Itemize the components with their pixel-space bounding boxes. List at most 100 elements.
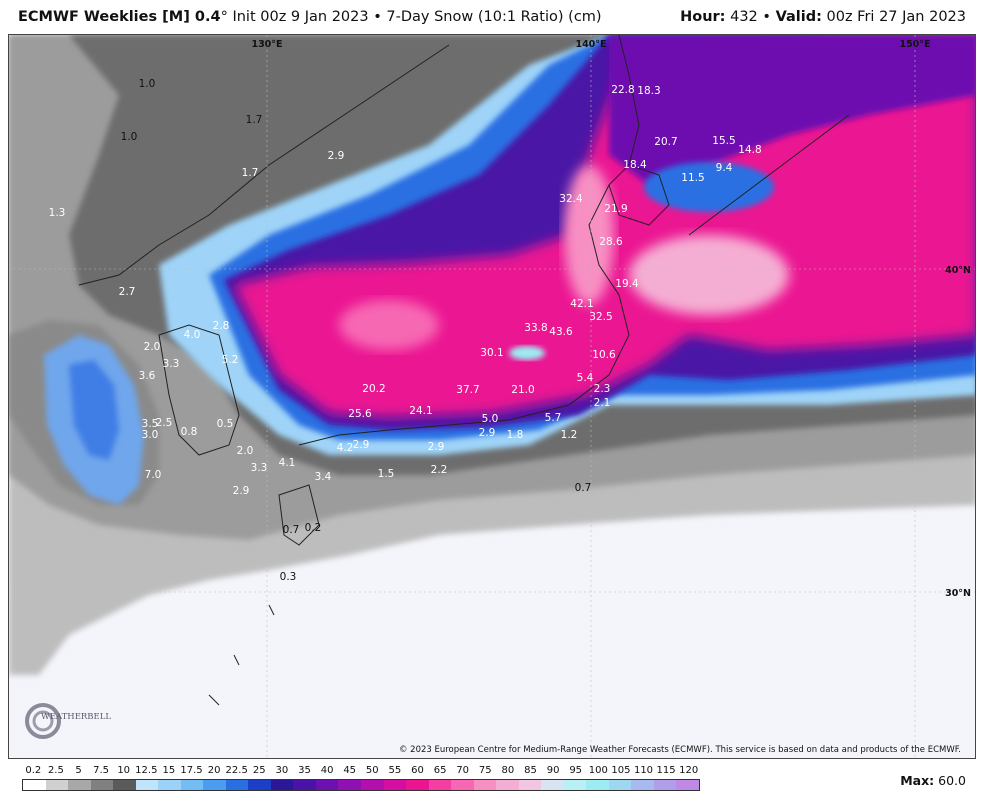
color-swatch — [135, 780, 159, 790]
color-swatch — [563, 780, 587, 790]
lat-label: 40°N — [945, 265, 971, 276]
weatherbell-logo: WEATHERBELL — [21, 695, 111, 745]
legend-tick-label: 60 — [411, 765, 424, 776]
snow-value-label: 0.8 — [181, 426, 198, 438]
init-time: Init 00z 9 Jan 2023 — [232, 9, 369, 25]
color-swatch — [248, 780, 271, 790]
snow-value-label: 2.2 — [431, 464, 448, 476]
color-swatch — [383, 780, 407, 790]
color-swatch — [541, 780, 564, 790]
snow-value-label: 2.1 — [594, 397, 611, 409]
hour-value: 432 — [730, 9, 758, 25]
snow-value-label: 1.8 — [507, 429, 524, 441]
legend-tick-label: 120 — [679, 765, 699, 776]
color-swatch — [45, 780, 69, 790]
snow-value-label: 3.4 — [315, 471, 332, 483]
legend-tick-label: 45 — [343, 765, 357, 776]
color-swatch — [518, 780, 542, 790]
snow-max-cyan — [509, 346, 545, 360]
color-swatch — [451, 780, 474, 790]
snow-value-label: 20.2 — [362, 383, 385, 395]
lon-label: 140°E — [575, 39, 606, 50]
snow-pink-highlight-3 — [339, 300, 439, 350]
snow-value-label: 21.0 — [511, 384, 534, 396]
snow-value-label: 1.0 — [121, 131, 138, 143]
color-swatch — [586, 780, 609, 790]
max-label: Max: — [900, 773, 935, 788]
color-swatch — [473, 780, 497, 790]
logo-swirl-icon: WEATHERBELL — [25, 703, 111, 739]
snow-pink-highlight-1 — [629, 235, 789, 315]
color-swatch — [406, 780, 429, 790]
snow-value-label: 2.7 — [119, 286, 136, 298]
color-swatch — [203, 780, 226, 790]
color-swatch — [293, 780, 316, 790]
snow-value-label: 2.9 — [353, 439, 370, 451]
color-swatch — [338, 780, 361, 790]
legend-tick-label: 50 — [365, 765, 379, 776]
product-name: 7-Day Snow (10:1 Ratio) (cm) — [386, 9, 602, 25]
color-swatch — [360, 780, 384, 790]
snow-value-label: 1.3 — [49, 207, 66, 219]
snow-value-label: 1.5 — [378, 468, 395, 480]
snow-value-label: 43.6 — [549, 326, 573, 338]
legend-tick-label: 0.2 — [25, 765, 42, 776]
color-swatch — [90, 780, 114, 790]
color-swatch — [631, 780, 654, 790]
snow-value-label: 22.8 — [611, 84, 634, 96]
color-swatch — [68, 780, 91, 790]
legend-tick-label: 12.5 — [135, 765, 158, 776]
color-swatch — [496, 780, 519, 790]
snow-value-label: 18.4 — [623, 159, 647, 171]
degree-symbol: ° — [220, 9, 228, 25]
valid-label: Valid: — [775, 9, 822, 25]
snow-value-label: 2.9 — [328, 150, 345, 162]
snow-value-label: 24.1 — [409, 405, 432, 417]
legend-bar: 0.2 2.5 5 7.5 10 12.5 15 17.5 20 22.5 25 30 35 40 45 50… — [0, 759, 984, 808]
legend-tick-label: 105 — [611, 765, 631, 776]
snow-value-label: 9.4 — [716, 162, 733, 174]
legend-tick-label: 30 — [275, 765, 289, 776]
snow-value-label: 7.0 — [145, 469, 162, 481]
color-scale — [22, 779, 700, 791]
snow-value-label: 4.2 — [337, 442, 354, 454]
hour-label: Hour: — [680, 9, 726, 25]
snow-value-label: 1.2 — [561, 429, 578, 441]
snow-value-label: 5.7 — [545, 412, 562, 424]
color-swatch — [180, 780, 204, 790]
legend-tick-label: 85 — [524, 765, 537, 776]
color-swatch — [158, 780, 181, 790]
snow-value-label: 1.7 — [246, 114, 263, 126]
snow-value-label: 20.7 — [654, 136, 677, 148]
snow-value-label: 37.7 — [456, 384, 479, 396]
legend-tick-label: 55 — [388, 765, 402, 776]
snow-value-label: 0.3 — [280, 571, 297, 583]
legend-tick-label: 22.5 — [225, 765, 248, 776]
legend-tick-label: 7.5 — [93, 765, 110, 776]
legend-tick-label: 2.5 — [47, 765, 64, 776]
legend-tick-label: 115 — [656, 765, 676, 776]
snow-value-label: 5.4 — [577, 372, 594, 384]
snow-value-label: 2.8 — [213, 320, 230, 332]
snow-value-label: 11.5 — [681, 172, 704, 184]
snow-value-label: 0.7 — [283, 524, 300, 536]
color-swatch — [315, 780, 339, 790]
snow-pink-highlight-2 — [564, 165, 614, 305]
color-swatch — [676, 780, 699, 790]
map-panel: 130°E 140°E 150°E 40°N 30°N 1.0 1.0 1.7 1.7… — [8, 34, 976, 759]
logo-text: WEATHERBELL — [41, 712, 111, 722]
legend-tick-label: 15 — [162, 765, 176, 776]
snow-value-label: 18.3 — [637, 85, 660, 97]
snow-value-label: 2.9 — [233, 485, 250, 497]
snowfall-map: 130°E 140°E 150°E 40°N 30°N 1.0 1.0 1.7 1.7… — [9, 35, 975, 758]
snow-value-label: 14.8 — [738, 144, 761, 156]
snow-value-label: 0.5 — [217, 418, 234, 430]
legend-tick-label: 80 — [501, 765, 515, 776]
snow-value-label: 25.6 — [348, 408, 372, 420]
legend-tick-label: 100 — [588, 765, 608, 776]
snow-value-label: 2.9 — [479, 427, 496, 439]
snow-value-label: 0.2 — [305, 522, 322, 534]
valid-separator: • — [762, 9, 771, 25]
snow-value-label: 4.0 — [184, 329, 201, 341]
snow-value-label: 10.6 — [592, 349, 616, 361]
